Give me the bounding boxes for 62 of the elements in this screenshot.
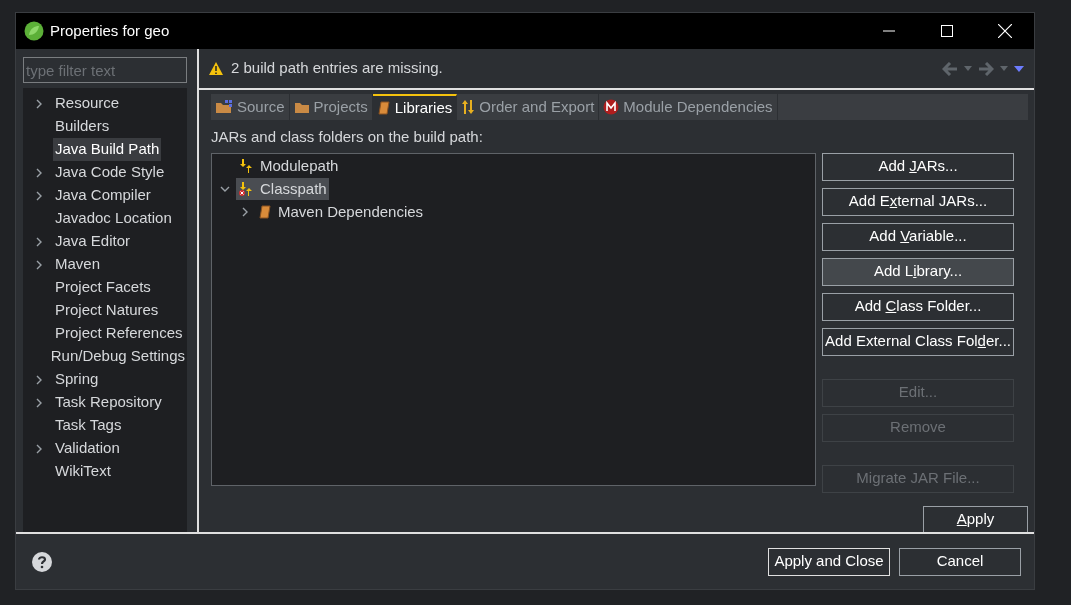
chevron-right-icon[interactable] (34, 374, 44, 385)
status-message: 2 build path entries are missing. (231, 58, 443, 79)
chevron-right-icon[interactable] (34, 259, 44, 270)
side-button[interactable]: Add External JARs... (822, 187, 1014, 216)
chevron-right-icon[interactable] (34, 190, 44, 201)
tree-item[interactable]: Classpath (236, 177, 329, 201)
chevron-right-icon[interactable] (34, 443, 44, 454)
tree-item[interactable]: Maven Dependencies (256, 200, 426, 224)
up-down-arrows-icon (461, 99, 476, 115)
sidebar-item[interactable]: WikiText (53, 460, 113, 483)
tree-caption: JARs and class folders on the build path: (211, 127, 484, 147)
warning-icon (209, 62, 223, 75)
sidebar-item[interactable]: Java Editor (53, 230, 133, 253)
sidebar-item[interactable]: Spring (53, 368, 101, 391)
leaf-logo-icon (24, 21, 44, 41)
chevron-right-icon[interactable] (34, 98, 44, 109)
sidebar-item[interactable]: Validation (53, 437, 122, 460)
tree-item[interactable]: Modulepath (236, 154, 341, 178)
footer-button[interactable]: Apply and Close (768, 547, 890, 576)
tab[interactable]: Module Dependencies (599, 94, 778, 120)
side-button[interactable]: Add Class Folder... (822, 292, 1014, 321)
folder-icon (215, 100, 233, 114)
sidebar-item[interactable]: Project Natures (53, 299, 161, 322)
side-button[interactable]: Add Library... (822, 257, 1014, 286)
chevron-right-icon[interactable] (34, 397, 44, 408)
window-title: Properties for geo (50, 20, 170, 41)
tab[interactable]: Projects (289, 94, 373, 120)
side-button[interactable]: Add JARs... (822, 152, 1014, 181)
sidebar-item[interactable]: Maven (53, 253, 103, 276)
apply-button[interactable]: Apply (923, 505, 1028, 534)
sidebar-item[interactable]: Project Facets (53, 276, 153, 299)
side-button[interactable]: Add Variable... (822, 222, 1014, 251)
close-icon[interactable] (998, 24, 1012, 38)
chevron-down-icon[interactable] (220, 184, 230, 194)
tab[interactable]: Order and Export (457, 94, 600, 120)
chevron-right-icon[interactable] (240, 207, 250, 217)
path-icon (238, 158, 254, 174)
chevron-right-icon[interactable] (34, 167, 44, 178)
footer-button[interactable]: Cancel (899, 547, 1021, 576)
sidebar-item[interactable]: Task Tags (53, 414, 124, 437)
sidebar-item[interactable]: Resource (53, 92, 122, 115)
sidebar-item[interactable]: Java Code Style (53, 161, 167, 184)
tab[interactable]: Source (211, 94, 290, 120)
sidebar-item[interactable]: Javadoc Location (53, 207, 174, 230)
filter-field[interactable]: type filter text (23, 57, 187, 83)
maximize-icon[interactable] (941, 25, 953, 37)
sidebar-item[interactable]: Task Repository (53, 391, 164, 414)
sidebar-item[interactable]: Project References (53, 322, 185, 345)
sidebar-item[interactable]: Java Build Path (53, 138, 162, 161)
m-letter-icon (603, 99, 620, 115)
sidebar-item[interactable]: Java Compiler (53, 184, 153, 207)
book-icon (258, 205, 272, 219)
folder-icon (293, 100, 310, 114)
path-error-icon (238, 181, 254, 197)
help-icon[interactable] (32, 551, 52, 572)
sidebar-item[interactable]: Builders (53, 115, 112, 138)
chevron-right-icon[interactable] (34, 236, 44, 247)
sidebar-item[interactable]: Run/Debug Settings (48, 345, 187, 368)
side-button[interactable]: Add External Class Folder... (822, 327, 1014, 356)
book-icon (376, 101, 391, 115)
tab[interactable]: Libraries (372, 94, 458, 120)
view-menu-icon[interactable] (1014, 65, 1024, 72)
